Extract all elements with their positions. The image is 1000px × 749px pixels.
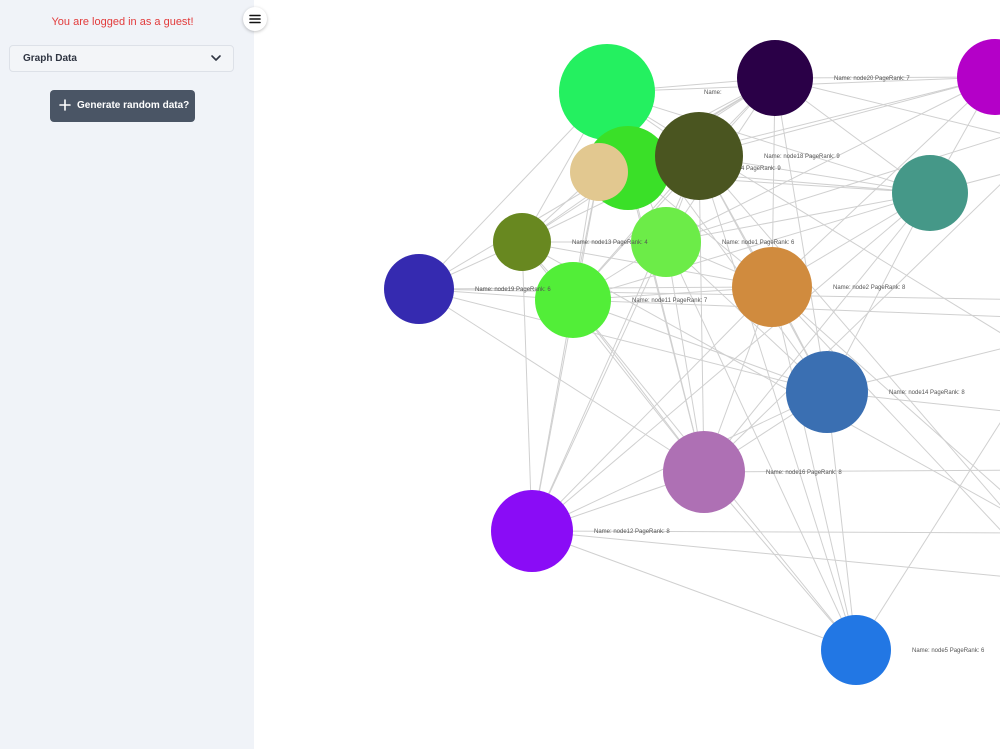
node-label-node18: Name: node18 PageRank: 9 <box>764 154 840 160</box>
network-graph[interactable]: 4 PageRank: 9Name: Name: Name: node20 Pa… <box>0 0 1000 749</box>
graph-edge <box>703 469 1000 473</box>
graph-edge <box>521 241 533 532</box>
graph-node-node14[interactable] <box>786 351 868 433</box>
node-label-node12: Name: node12 PageRank: 8 <box>594 529 670 535</box>
graph-edge <box>771 286 1000 531</box>
graph-node-node11[interactable] <box>535 262 611 338</box>
graph-node-node2[interactable] <box>732 247 812 327</box>
graph-node-node20[interactable] <box>737 40 813 116</box>
node-label-node5: Name: node5 PageRank: 6 <box>912 648 985 654</box>
node-label-node13: Name: node13 PageRank: 4 <box>572 240 648 246</box>
node-label-node20: Name: node20 PageRank: 7 <box>834 76 910 82</box>
graph-node-node18[interactable] <box>655 112 743 200</box>
node-label-node1: Name: node1 PageRank: 6 <box>722 240 795 246</box>
sidebar-toggle-button[interactable] <box>243 7 267 31</box>
graph-nodes <box>384 39 1000 685</box>
node-label-partial: Name: <box>704 90 722 96</box>
graph-node-node-a[interactable] <box>559 44 655 140</box>
graph-node-node13[interactable] <box>493 213 551 271</box>
graph-edge <box>855 422 1000 651</box>
node-label-node14: Name: node14 PageRank: 8 <box>889 390 965 396</box>
graph-node-node-teal[interactable] <box>892 155 968 231</box>
node-label-node11: Name: node11 PageRank: 7 <box>632 298 708 304</box>
graph-node-node12[interactable] <box>491 490 573 572</box>
node-label-node19: Name: node19 PageRank: 6 <box>475 287 551 293</box>
graph-node-node-t[interactable] <box>570 143 628 201</box>
graph-node-node-m[interactable] <box>957 39 1000 115</box>
graph-edge <box>771 286 857 651</box>
node-label-partial: 4 PageRank: 9 <box>741 166 781 172</box>
hamburger-menu-icon <box>249 14 261 24</box>
node-label-node2: Name: node2 PageRank: 8 <box>833 285 906 291</box>
graph-node-node5[interactable] <box>821 615 891 685</box>
node-label-node16: Name: node16 PageRank: 8 <box>766 470 842 476</box>
graph-node-node16[interactable] <box>663 431 745 513</box>
graph-node-node19[interactable] <box>384 254 454 324</box>
